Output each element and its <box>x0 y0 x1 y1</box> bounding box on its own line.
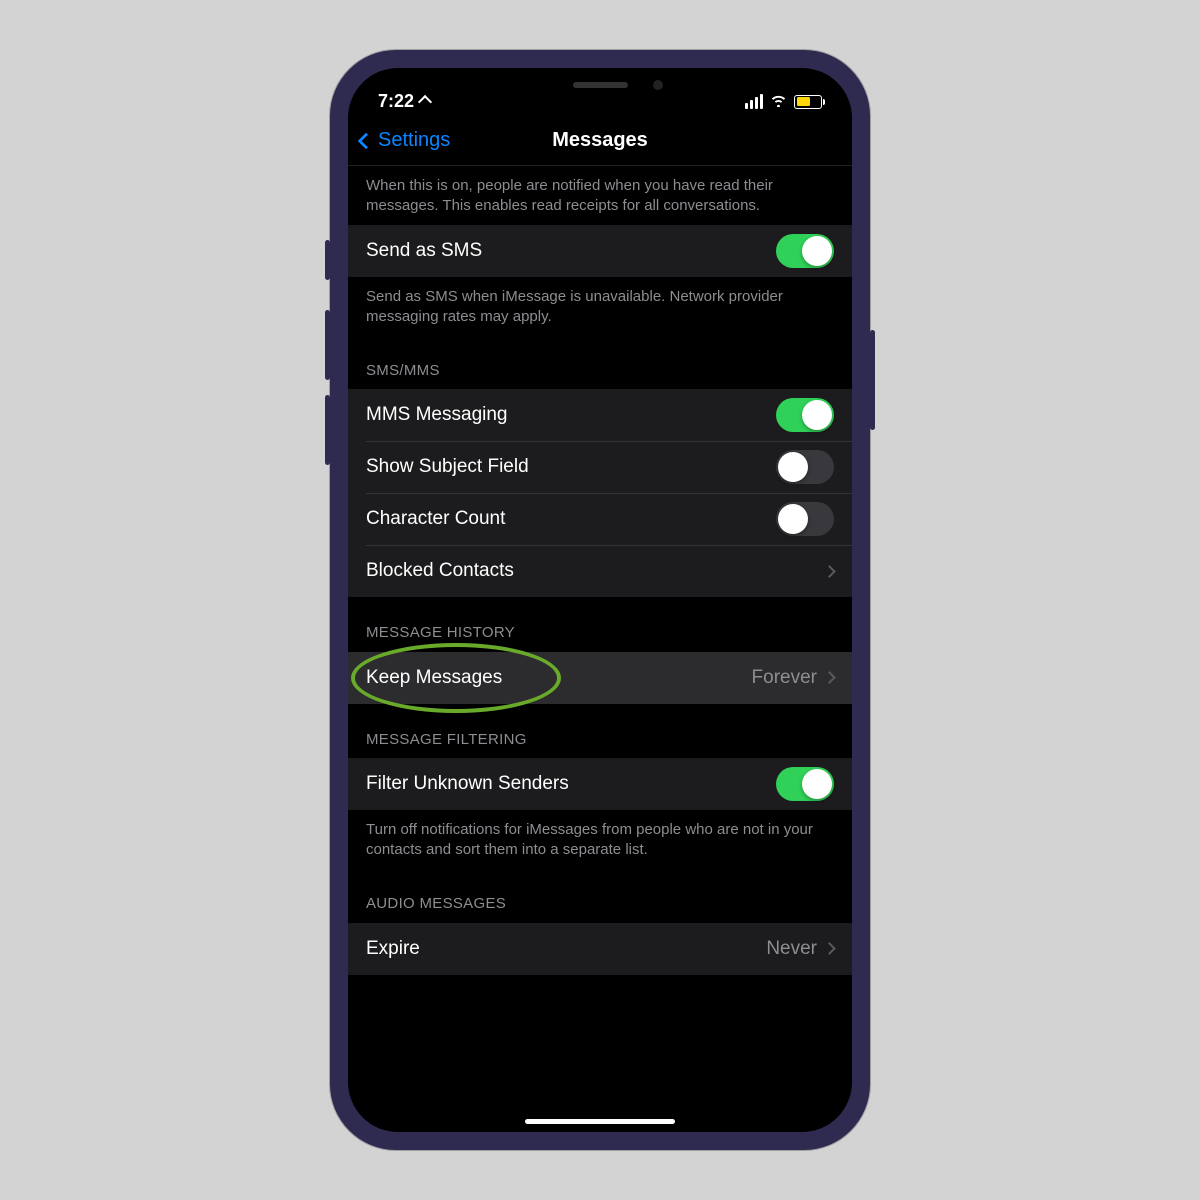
character-count-label: Character Count <box>366 508 505 530</box>
send-as-sms-label: Send as SMS <box>366 240 482 262</box>
chevron-right-icon <box>823 671 836 684</box>
screen: 7:22 Settings Messages <box>348 68 852 1132</box>
back-button[interactable]: Settings <box>360 129 450 152</box>
send-as-sms-row[interactable]: Send as SMS <box>348 225 852 277</box>
phone-frame: 7:22 Settings Messages <box>330 50 870 1150</box>
back-label: Settings <box>378 129 450 152</box>
audio-expire-label: Expire <box>366 938 420 960</box>
send-as-sms-toggle[interactable] <box>776 234 834 268</box>
show-subject-toggle[interactable] <box>776 450 834 484</box>
front-camera <box>653 80 663 90</box>
filtering-footer: Turn off notifications for iMessages fro… <box>348 810 852 869</box>
cellular-icon <box>745 94 763 109</box>
battery-fill <box>797 97 811 106</box>
audio-messages-header: AUDIO MESSAGES <box>348 868 852 922</box>
chevron-left-icon <box>358 132 375 149</box>
sms-mms-header: SMS/MMS <box>348 335 852 389</box>
send-sms-footer: Send as SMS when iMessage is unavailable… <box>348 277 852 336</box>
audio-expire-value: Never <box>766 938 817 960</box>
message-filtering-group: Filter Unknown Senders <box>348 758 852 810</box>
wifi-icon <box>769 91 788 112</box>
settings-content[interactable]: When this is on, people are notified whe… <box>348 166 852 1132</box>
battery-icon <box>794 95 822 109</box>
send-sms-group: Send as SMS <box>348 225 852 277</box>
sms-mms-group: MMS Messaging Show Subject Field Charact… <box>348 389 852 597</box>
message-filtering-header: MESSAGE FILTERING <box>348 704 852 758</box>
keep-messages-label: Keep Messages <box>366 667 502 689</box>
mms-messaging-label: MMS Messaging <box>366 404 508 426</box>
notch <box>485 68 715 102</box>
message-history-group: Keep Messages Forever <box>348 652 852 704</box>
message-history-header: MESSAGE HISTORY <box>348 597 852 651</box>
volume-up-button <box>325 310 330 380</box>
filter-unknown-label: Filter Unknown Senders <box>366 773 569 795</box>
location-arrow-icon <box>418 94 432 108</box>
volume-down-button <box>325 395 330 465</box>
keep-messages-value: Forever <box>752 667 817 689</box>
character-count-toggle[interactable] <box>776 502 834 536</box>
show-subject-label: Show Subject Field <box>366 456 529 478</box>
blocked-contacts-label: Blocked Contacts <box>366 560 514 582</box>
filter-unknown-row[interactable]: Filter Unknown Senders <box>348 758 852 810</box>
blocked-contacts-row[interactable]: Blocked Contacts <box>348 545 852 597</box>
home-indicator[interactable] <box>525 1119 675 1124</box>
power-button <box>870 330 875 430</box>
chevron-right-icon <box>823 565 836 578</box>
nav-header: Settings Messages <box>348 116 852 166</box>
page-title: Messages <box>552 129 648 152</box>
audio-expire-row[interactable]: Expire Never <box>348 923 852 975</box>
mms-messaging-row[interactable]: MMS Messaging <box>348 389 852 441</box>
mms-messaging-toggle[interactable] <box>776 398 834 432</box>
show-subject-row[interactable]: Show Subject Field <box>348 441 852 493</box>
speaker <box>573 82 628 88</box>
chevron-right-icon <box>823 942 836 955</box>
character-count-row[interactable]: Character Count <box>348 493 852 545</box>
read-receipts-footer: When this is on, people are notified whe… <box>348 166 852 225</box>
filter-unknown-toggle[interactable] <box>776 767 834 801</box>
audio-messages-group: Expire Never <box>348 923 852 975</box>
mute-switch <box>325 240 330 280</box>
status-left: 7:22 <box>378 91 430 112</box>
keep-messages-row[interactable]: Keep Messages Forever <box>348 652 852 704</box>
status-time: 7:22 <box>378 91 414 112</box>
status-right <box>745 91 822 112</box>
